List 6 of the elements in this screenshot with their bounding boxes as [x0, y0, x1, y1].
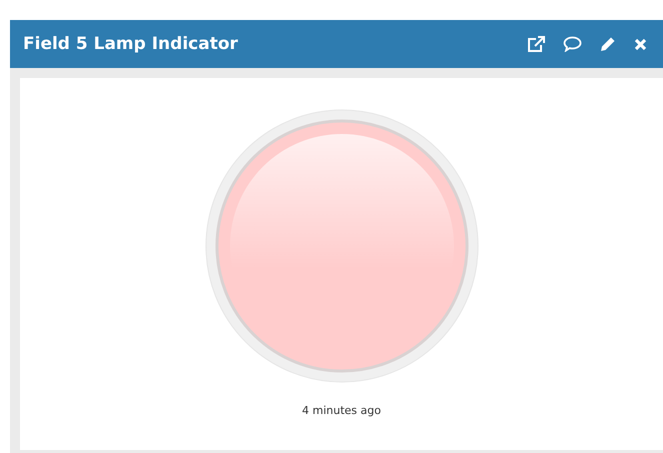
widget-title: Field 5 Lamp Indicator [23, 34, 239, 54]
timestamp: 4 minutes ago [302, 404, 381, 417]
close-icon [634, 38, 647, 50]
external-link-icon [527, 36, 545, 52]
speech-bubble-icon [563, 36, 582, 52]
pencil-icon [600, 36, 616, 52]
